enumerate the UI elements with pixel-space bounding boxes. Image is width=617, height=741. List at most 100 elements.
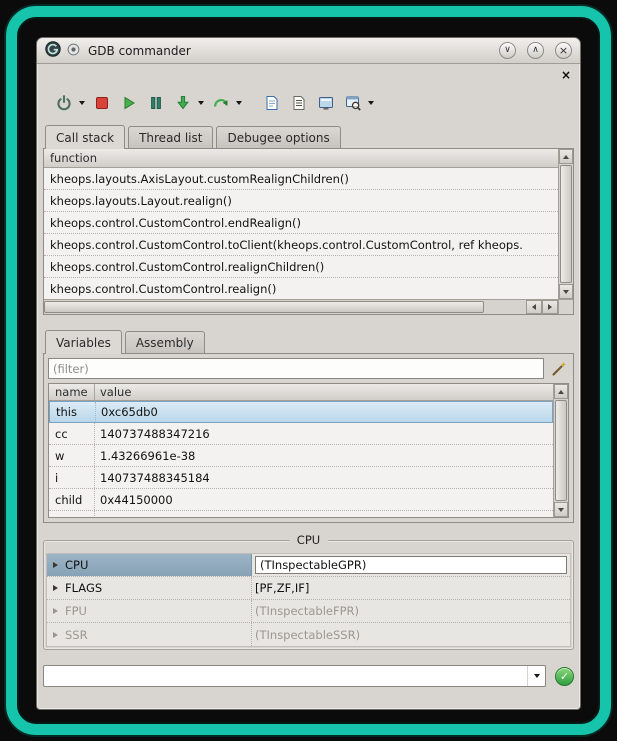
- filter-options-button[interactable]: [549, 359, 569, 379]
- variable-row[interactable]: cc 140737488347216: [49, 423, 553, 445]
- scrollbar-thumb[interactable]: [44, 301, 484, 313]
- step-in-dropdown[interactable]: [195, 91, 206, 115]
- scrollbar-thumb[interactable]: [555, 400, 567, 501]
- stop-button[interactable]: [90, 91, 114, 115]
- scrollbar-track[interactable]: [554, 399, 568, 502]
- window-body: ×: [37, 64, 580, 709]
- tab-variables[interactable]: Variables: [45, 330, 122, 354]
- debug-command-combo[interactable]: [43, 665, 546, 687]
- call-stack-row[interactable]: kheops.control.CustomControl.realignChil…: [44, 256, 558, 278]
- maximize-button[interactable]: ∧: [527, 42, 544, 59]
- scroll-down-button[interactable]: [559, 284, 573, 299]
- variable-name: w: [49, 445, 95, 466]
- variable-row[interactable]: i 140737488345184: [49, 467, 553, 489]
- variables-table: name value this 0xc65db0 cc 140737488347…: [49, 384, 553, 517]
- chevron-down-icon: [198, 101, 204, 105]
- close-button[interactable]: ×: [555, 42, 572, 59]
- register-group-name: CPU: [65, 558, 88, 572]
- variable-name: b: [49, 511, 95, 517]
- filter-row: [48, 358, 569, 379]
- column-header-value[interactable]: value: [95, 384, 553, 400]
- horizontal-scrollbar[interactable]: [44, 300, 526, 314]
- call-stack-row[interactable]: kheops.layouts.Layout.realign(): [44, 190, 558, 212]
- variable-name: i: [49, 467, 95, 488]
- step-in-button[interactable]: [171, 91, 195, 115]
- tab-assembly[interactable]: Assembly: [125, 331, 205, 353]
- call-stack-row[interactable]: kheops.control.CustomControl.toClient(kh…: [44, 234, 558, 256]
- watch-window-button[interactable]: [341, 91, 365, 115]
- variable-row[interactable]: child 0x44150000: [49, 489, 553, 511]
- debug-toolbar: [43, 85, 574, 121]
- expand-icon[interactable]: [53, 585, 58, 591]
- cpu-value-editor[interactable]: (TInspectableGPR): [255, 556, 567, 574]
- call-stack-row[interactable]: kheops.layouts.AxisLayout.customRealignC…: [44, 168, 558, 190]
- window-menu-icon[interactable]: [67, 41, 80, 60]
- variable-row[interactable]: b 1.43266961e-38: [49, 511, 553, 517]
- stop-icon: [93, 94, 111, 112]
- cpu-row[interactable]: SSR (TInspectableSSR): [47, 623, 570, 646]
- dock-close-button[interactable]: ×: [561, 69, 571, 81]
- call-stack-row[interactable]: kheops.control.CustomControl.realign(): [44, 278, 558, 299]
- step-over-button[interactable]: [209, 91, 233, 115]
- vertical-scrollbar[interactable]: [558, 149, 573, 299]
- scroll-up-button[interactable]: [554, 384, 568, 399]
- pause-button[interactable]: [144, 91, 168, 115]
- cpu-row[interactable]: CPU (TInspectableGPR): [47, 554, 570, 577]
- call-stack-row[interactable]: kheops.control.CustomControl.endRealign(…: [44, 212, 558, 234]
- scrollbar-track[interactable]: [559, 164, 573, 284]
- expand-icon[interactable]: [53, 562, 58, 568]
- variable-row[interactable]: w 1.43266961e-38: [49, 445, 553, 467]
- scroll-right-button[interactable]: [542, 300, 558, 314]
- window-title: GDB commander: [88, 44, 488, 58]
- cpu-row[interactable]: FPU (TInspectableFPR): [47, 600, 570, 623]
- step-over-dropdown[interactable]: [233, 91, 244, 115]
- power-button[interactable]: [52, 91, 76, 115]
- variable-row[interactable]: this 0xc65db0: [49, 401, 553, 423]
- command-input[interactable]: [44, 666, 527, 686]
- register-group-name: FPU: [65, 604, 87, 618]
- titlebar[interactable]: GDB commander ∨ ∧ ×: [37, 38, 580, 64]
- filter-input[interactable]: [48, 358, 544, 379]
- wand-icon: [551, 360, 568, 377]
- pause-icon: [147, 94, 165, 112]
- command-log-button[interactable]: [287, 91, 311, 115]
- cpu-groupbox-title: CPU: [289, 533, 328, 547]
- register-group-value: (TInspectableSSR): [255, 628, 360, 642]
- expand-icon[interactable]: [53, 632, 58, 638]
- tab-call-stack[interactable]: Call stack: [45, 125, 125, 149]
- minimize-button[interactable]: ∨: [499, 42, 516, 59]
- continue-button[interactable]: [117, 91, 141, 115]
- tab-label: Debugee options: [227, 131, 329, 145]
- tab-debugee-options[interactable]: Debugee options: [216, 126, 340, 148]
- arrow-up-icon: [558, 390, 564, 394]
- scroll-left-button[interactable]: [526, 300, 542, 314]
- scroll-up-button[interactable]: [559, 149, 573, 164]
- send-command-button[interactable]: ✓: [555, 667, 574, 686]
- variable-name: this: [50, 402, 96, 422]
- arrow-left-icon: [532, 304, 536, 310]
- source-doc-button[interactable]: [260, 91, 284, 115]
- column-header-function[interactable]: function: [44, 149, 558, 168]
- tab-thread-list[interactable]: Thread list: [128, 126, 213, 148]
- call-stack-table: function kheops.layouts.AxisLayout.custo…: [44, 149, 558, 299]
- register-group-value: [PF,ZF,IF]: [255, 581, 309, 595]
- watch-window-dropdown[interactable]: [365, 91, 376, 115]
- variable-value: 140737488345184: [95, 467, 553, 488]
- chevron-down-icon: [534, 674, 540, 678]
- scrollbar-thumb[interactable]: [560, 165, 572, 283]
- variables-table-frame: name value this 0xc65db0 cc 140737488347…: [48, 383, 569, 518]
- arrow-right-icon: [548, 304, 552, 310]
- vertical-scrollbar[interactable]: [553, 384, 568, 517]
- power-icon: [55, 94, 73, 112]
- combo-dropdown-button[interactable]: [527, 666, 545, 686]
- memory-view-icon: [317, 94, 335, 112]
- memory-view-button[interactable]: [314, 91, 338, 115]
- variable-value: 0x44150000: [95, 489, 553, 510]
- call-stack-panel: function kheops.layouts.AxisLayout.custo…: [43, 148, 574, 315]
- expand-icon[interactable]: [53, 608, 58, 614]
- column-header-name[interactable]: name: [49, 384, 95, 400]
- cpu-row[interactable]: FLAGS [PF,ZF,IF]: [47, 577, 570, 600]
- power-dropdown[interactable]: [76, 91, 87, 115]
- register-group-name: SSR: [65, 628, 88, 642]
- scroll-down-button[interactable]: [554, 502, 568, 517]
